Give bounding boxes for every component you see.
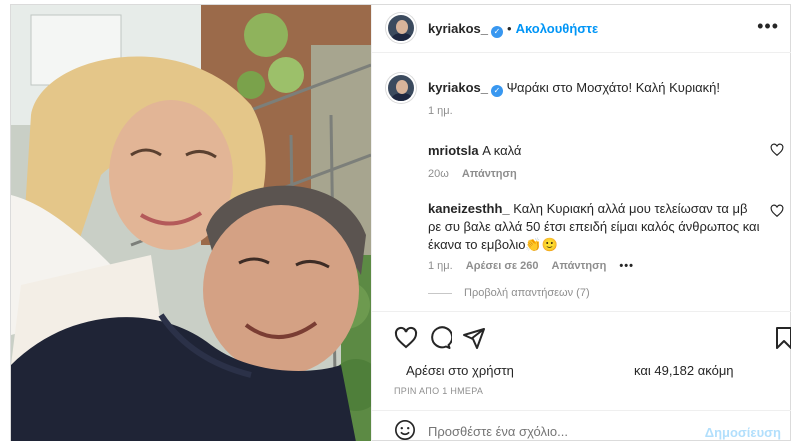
reply-button[interactable]: Απάντηση <box>552 260 607 272</box>
caption: kyriakos_ ✓ Ψαράκι στο Μοσχάτο! Καλή Κυρι… <box>428 79 778 97</box>
likes-count[interactable]: και 49,182 ακόμη <box>634 363 734 378</box>
caption-text: Ψαράκι στο Μοσχάτο! Καλή Κυριακή! <box>506 80 721 95</box>
comment-like-heart-icon[interactable] <box>770 204 784 218</box>
comment: mriotsla Α καλά <box>428 142 768 160</box>
comment-options-icon[interactable]: ••• <box>619 260 634 272</box>
view-replies-button[interactable]: Προβολή απαντήσεων (7) <box>428 287 590 299</box>
post-comment-button[interactable]: Δημοσίευση <box>705 425 781 440</box>
comment: kaneizesthh_ Καλη Κυριακή αλλά μου τελεί… <box>428 200 763 254</box>
comment-likes[interactable]: Αρέσει σε 260 <box>466 260 539 272</box>
bookmark-icon[interactable] <box>772 326 791 350</box>
likes-text[interactable]: Αρέσει στο χρήστη <box>406 363 514 378</box>
header-user-line: kyriakos_ ✓ • Ακολουθήστε <box>428 20 598 38</box>
share-icon[interactable] <box>462 326 486 350</box>
comment-like-heart-icon[interactable] <box>770 143 784 157</box>
replies-divider-line <box>428 292 452 294</box>
likes-count-text: και 49,182 ακόμη <box>634 363 734 378</box>
comment-meta: 20ω Απάντηση <box>428 168 517 180</box>
heart-icon[interactable] <box>394 326 418 350</box>
caption-username[interactable]: kyriakos_ <box>428 80 488 95</box>
post-photo[interactable] <box>11 5 371 441</box>
comment-username[interactable]: mriotsla <box>428 143 479 158</box>
view-replies-label: Προβολή απαντήσεων (7) <box>464 287 590 299</box>
emoji-icon[interactable] <box>394 419 416 441</box>
action-bar <box>372 311 791 361</box>
separator-dot: • <box>507 21 512 36</box>
comment-age[interactable]: 1 ημ. <box>428 260 453 272</box>
comment-input[interactable] <box>428 424 708 439</box>
post-timestamp[interactable]: ΠΡΙΝ ΑΠΟ 1 ΗΜΕΡΑ <box>394 386 483 396</box>
comment-icon[interactable] <box>428 326 452 350</box>
photo-illustration <box>11 5 371 441</box>
reply-button[interactable]: Απάντηση <box>462 168 517 180</box>
verified-badge-icon: ✓ <box>491 26 503 38</box>
caption-avatar[interactable] <box>386 73 416 103</box>
caption-age[interactable]: 1 ημ. <box>428 105 453 117</box>
comment-username[interactable]: kaneizesthh_ <box>428 201 510 216</box>
instagram-post: kyriakos_ ✓ • Ακολουθήστε ••• kyriakos_ ✓ Ψα… <box>10 4 791 441</box>
post-header: kyriakos_ ✓ • Ακολουθήστε ••• <box>372 5 791 53</box>
verified-badge-icon: ✓ <box>491 85 503 97</box>
comment-age[interactable]: 20ω <box>428 168 449 180</box>
header-username[interactable]: kyriakos_ <box>428 21 488 36</box>
follow-button[interactable]: Ακολουθήστε <box>516 21 599 36</box>
post-side-panel: kyriakos_ ✓ • Ακολουθήστε ••• kyriakos_ ✓ Ψα… <box>371 5 791 441</box>
avatar[interactable] <box>386 13 416 43</box>
more-options-icon[interactable]: ••• <box>757 17 779 35</box>
comment-meta: 1 ημ. Αρέσει σε 260 Απάντηση ••• <box>428 260 634 272</box>
comment-text: Α καλά <box>482 143 522 158</box>
comment-bar: Δημοσίευση <box>372 410 791 441</box>
